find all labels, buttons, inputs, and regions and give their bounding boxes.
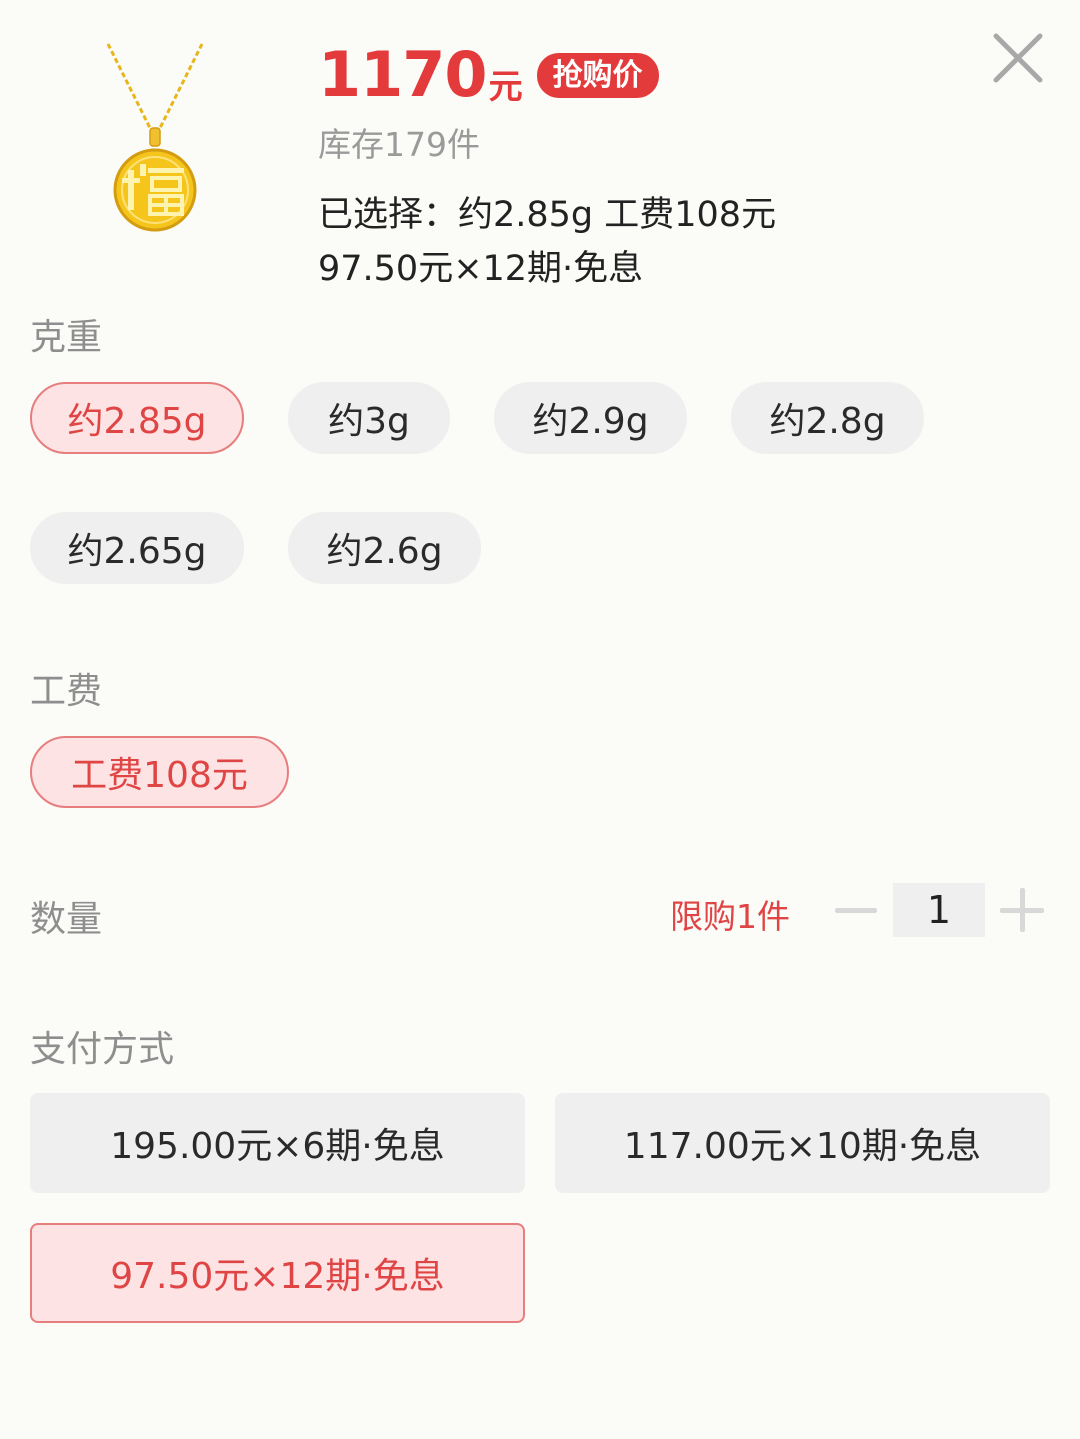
- fu-pendant-icon: [106, 43, 204, 232]
- weight-option[interactable]: 约2.9g: [494, 382, 687, 454]
- payment-option[interactable]: 117.00元×10期·免息: [555, 1093, 1050, 1193]
- payment-option[interactable]: 97.50元×12期·免息: [30, 1223, 525, 1323]
- selected-summary: 已选择：约2.85g 工费108元: [318, 195, 777, 235]
- stock-text: 库存179件: [318, 125, 480, 164]
- product-image: [100, 40, 210, 240]
- weight-label: 克重: [30, 317, 103, 358]
- quantity-increase-button[interactable]: [1000, 888, 1044, 932]
- weight-option[interactable]: 约3g: [288, 382, 450, 454]
- quantity-label: 数量: [30, 899, 103, 940]
- weight-option[interactable]: 约2.8g: [731, 382, 924, 454]
- price-row: 1170 元 抢购价: [318, 44, 659, 106]
- payment-option[interactable]: 195.00元×6期·免息: [30, 1093, 525, 1193]
- weight-option[interactable]: 约2.85g: [30, 382, 244, 454]
- installment-summary: 97.50元×12期·免息: [318, 249, 644, 289]
- price-unit: 元: [488, 67, 523, 107]
- fee-label: 工费: [30, 671, 103, 712]
- quantity-decrease-button[interactable]: [835, 908, 877, 913]
- quantity-input[interactable]: 1: [893, 883, 985, 937]
- weight-option[interactable]: 约2.65g: [30, 512, 244, 584]
- fee-option[interactable]: 工费108元: [30, 736, 289, 808]
- flash-sale-badge: 抢购价: [536, 52, 659, 98]
- payment-label: 支付方式: [30, 1029, 175, 1070]
- close-button[interactable]: [990, 30, 1046, 86]
- price: 1170: [318, 38, 488, 111]
- purchase-limit: 限购1件: [670, 897, 790, 936]
- close-icon: [993, 33, 1043, 83]
- sku-selector-sheet: 1170 元 抢购价 库存179件 已选择：约2.85g 工费108元 97.5…: [0, 0, 1080, 1439]
- weight-option[interactable]: 约2.6g: [288, 512, 481, 584]
